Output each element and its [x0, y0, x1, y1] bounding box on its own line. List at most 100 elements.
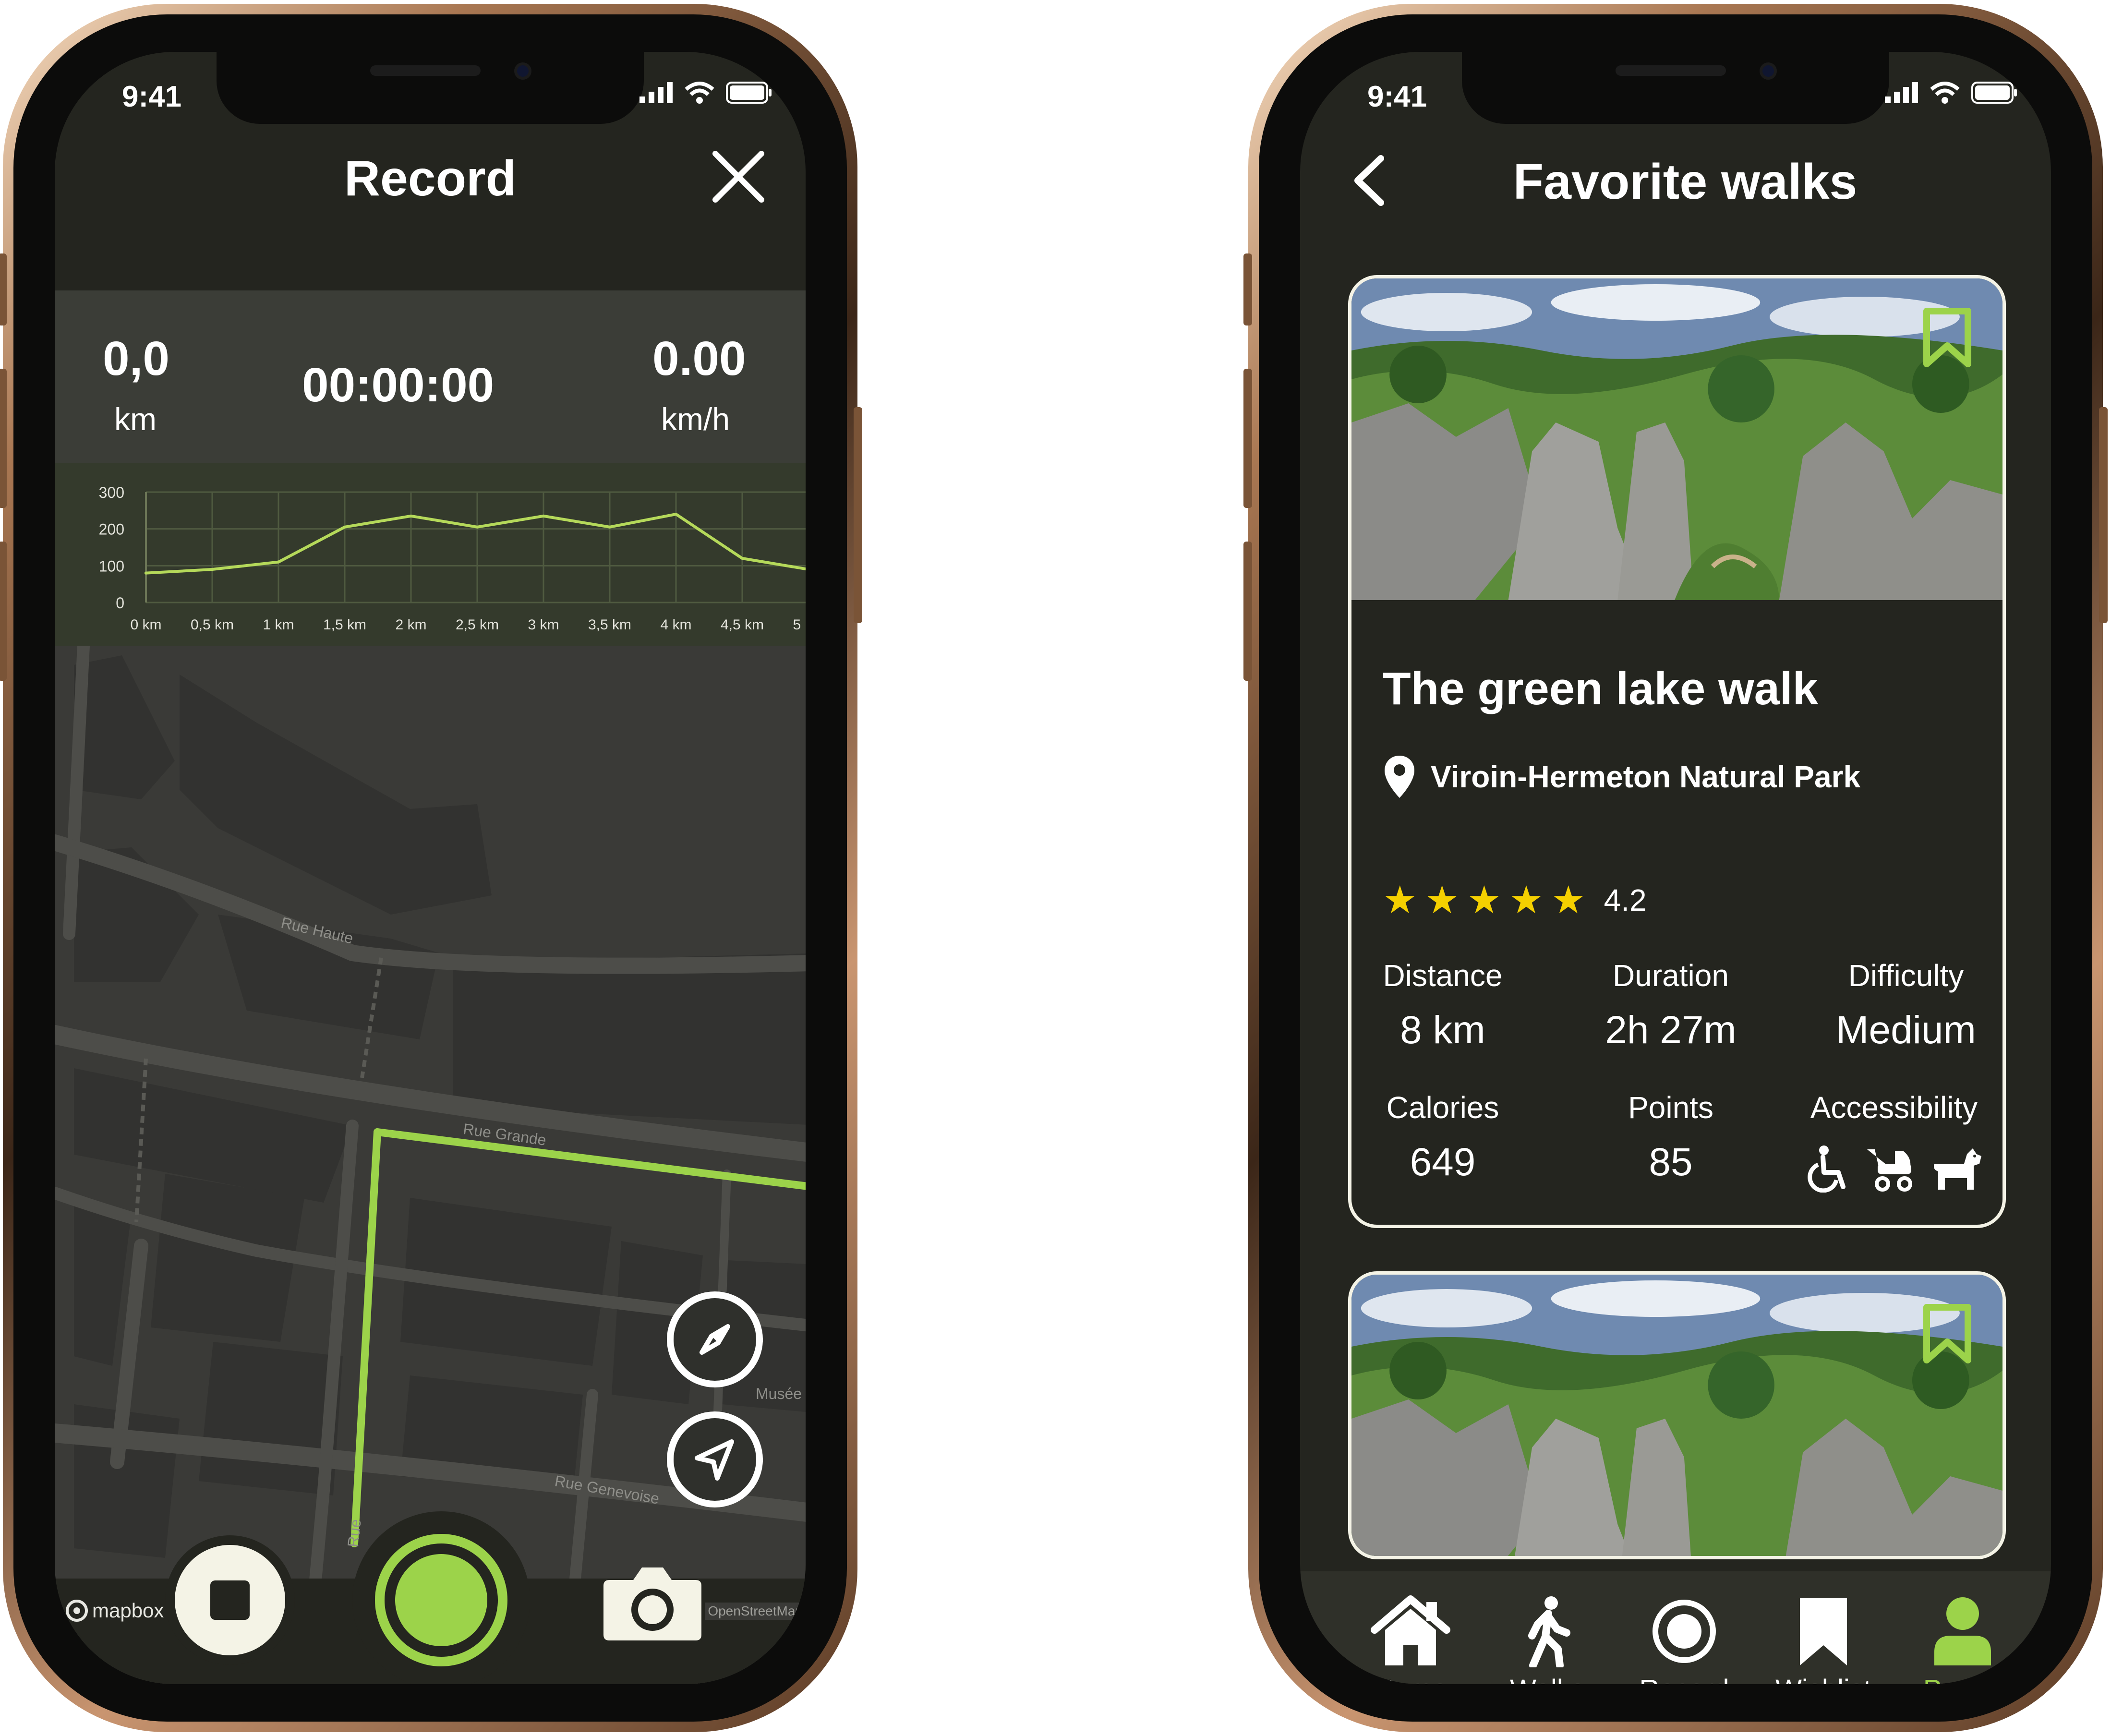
notch	[1462, 52, 1889, 124]
record-button[interactable]	[352, 1511, 530, 1684]
tab-label: Record	[1627, 1674, 1742, 1684]
metric-label: Points	[1628, 1090, 1713, 1125]
walk-location-text: Viroin-Hermeton Natural Park	[1431, 760, 1861, 794]
wheelchair-icon	[1808, 1145, 1846, 1193]
metric-label: Calories	[1386, 1090, 1499, 1125]
tab-home[interactable]: Home	[1353, 1593, 1468, 1684]
metric-value: 85	[1649, 1140, 1693, 1184]
metric-points: Points 85	[1594, 1090, 1748, 1185]
camera-button[interactable]	[588, 1535, 717, 1665]
tab-record[interactable]: Record	[1627, 1593, 1742, 1684]
locate-me-button[interactable]	[667, 1411, 763, 1507]
x-tick-label: 5 km	[793, 617, 806, 633]
status-icons	[639, 82, 772, 104]
record-icon	[375, 1534, 507, 1666]
page-title: Record	[344, 151, 517, 206]
star-icon: ★	[1383, 879, 1417, 921]
status-time: 9:41	[1367, 80, 1427, 113]
navigation-arrow-icon	[695, 1439, 734, 1481]
x-tick-label: 1,5 km	[323, 617, 366, 633]
osm-attribution[interactable]: OpenStreetMap	[705, 1603, 806, 1620]
distance-unit: km	[114, 401, 157, 437]
speed-value: 0.00	[652, 332, 746, 386]
elevation-point	[741, 557, 744, 560]
metric-calories: Calories 649	[1371, 1090, 1515, 1185]
compass-button[interactable]	[667, 1291, 763, 1387]
bottom-tab-bar: Home Walks	[1300, 1571, 2051, 1684]
elevation-point	[675, 513, 677, 516]
metric-value: 2h 27m	[1605, 1008, 1737, 1052]
elevation-line	[145, 513, 806, 575]
mapbox-attribution[interactable]: mapbox	[65, 1599, 164, 1622]
battery-icon	[1971, 82, 2017, 104]
y-tick-label: 300	[99, 484, 124, 501]
phone-record: 9:41 Record 0,0 km 00:00:00 0.00 km/h 30…	[0, 4, 862, 1732]
x-tick-label: 1 km	[263, 617, 294, 633]
walk-photo	[1351, 278, 2002, 600]
elevation-point	[410, 514, 412, 518]
stats-panel: 0,0 km 00:00:00 0.00 km/h	[55, 290, 806, 463]
metric-label: Distance	[1383, 958, 1503, 993]
walk-location: Viroin-Hermeton Natural Park	[1383, 754, 1860, 800]
camera-icon	[603, 1567, 701, 1640]
speed-unit: km/h	[661, 401, 730, 437]
tab-walks[interactable]: Walks	[1490, 1593, 1605, 1684]
walk-title: The green lake walk	[1383, 663, 1819, 714]
x-tick-label: 4,5 km	[721, 617, 764, 633]
elevation-point	[145, 571, 147, 575]
x-tick-label: 3,5 km	[588, 617, 631, 633]
wifi-icon	[685, 82, 714, 104]
walk-icon	[1528, 1596, 1570, 1667]
profile-icon	[1934, 1597, 1991, 1665]
close-icon[interactable]	[710, 148, 767, 205]
star-icon: ★	[1551, 879, 1586, 921]
metric-label: Accessibility	[1810, 1090, 1978, 1125]
signal-icon	[1885, 82, 1918, 103]
elevation-point	[608, 525, 611, 529]
mapbox-logo-icon	[66, 1600, 88, 1622]
status-time: 9:41	[122, 80, 182, 113]
walk-card[interactable]: The green lake walk Viroin-Hermeton Natu…	[1348, 275, 2006, 1228]
record-screen: 9:41 Record 0,0 km 00:00:00 0.00 km/h 30…	[55, 52, 806, 1684]
notch	[217, 52, 644, 124]
star-icon: ★	[1424, 879, 1460, 921]
elevation-chart: 300 200 100 0 0 km 0,5 km 1 km 1,5 km 2 km 2,5 km…	[99, 484, 806, 633]
favorites-screen: 9:41 Favorite walks The green lake walk …	[1300, 52, 2051, 1684]
rating-value: 4.2	[1604, 883, 1647, 917]
compass-icon	[700, 1324, 730, 1355]
x-tick-label: 2 km	[395, 617, 426, 633]
walk-rating: ★ ★ ★ ★ ★ 4.2	[1383, 881, 1647, 919]
dog-icon	[1934, 1148, 1981, 1190]
bookmark-icon[interactable]	[1921, 306, 1974, 369]
status-icons	[1885, 82, 2017, 104]
tab-label: Home	[1353, 1674, 1468, 1684]
metric-duration: Duration 2h 27m	[1594, 958, 1748, 1053]
bookmark-icon	[1800, 1598, 1847, 1665]
elapsed-time: 00:00:00	[302, 358, 495, 412]
y-tick-label: 0	[116, 594, 124, 612]
mapbox-label: mapbox	[92, 1599, 164, 1622]
x-tick-label: 2,5 km	[456, 617, 499, 633]
elevation-point	[542, 514, 545, 518]
walk-card[interactable]	[1348, 1271, 2006, 1559]
battery-icon	[726, 82, 772, 104]
x-tick-label: 0 km	[130, 617, 161, 633]
y-tick-label: 100	[99, 557, 124, 575]
elevation-chart-panel: 300 200 100 0 0 km 0,5 km 1 km 1,5 km 2 km 2,5 km…	[55, 463, 806, 646]
star-icon: ★	[1467, 879, 1502, 921]
tab-wishlist[interactable]: Wishlist	[1766, 1593, 1881, 1684]
street-label: Rue	[344, 1518, 364, 1548]
elevation-point	[476, 525, 479, 529]
metric-value: Medium	[1836, 1008, 1976, 1052]
x-tick-label: 0,5 km	[191, 617, 234, 633]
bookmark-icon[interactable]	[1921, 1302, 1974, 1365]
elevation-point	[211, 568, 214, 571]
x-tick-label: 4 km	[660, 617, 691, 633]
tab-profile[interactable]: Profile	[1905, 1593, 2020, 1684]
stroller-icon	[1867, 1149, 1912, 1192]
metric-value: 649	[1410, 1140, 1476, 1184]
wifi-icon	[1930, 82, 1960, 104]
stop-button[interactable]	[165, 1535, 295, 1665]
y-tick-label: 200	[99, 521, 124, 538]
phone-favorites: 9:41 Favorite walks The green lake walk …	[1243, 4, 2108, 1732]
